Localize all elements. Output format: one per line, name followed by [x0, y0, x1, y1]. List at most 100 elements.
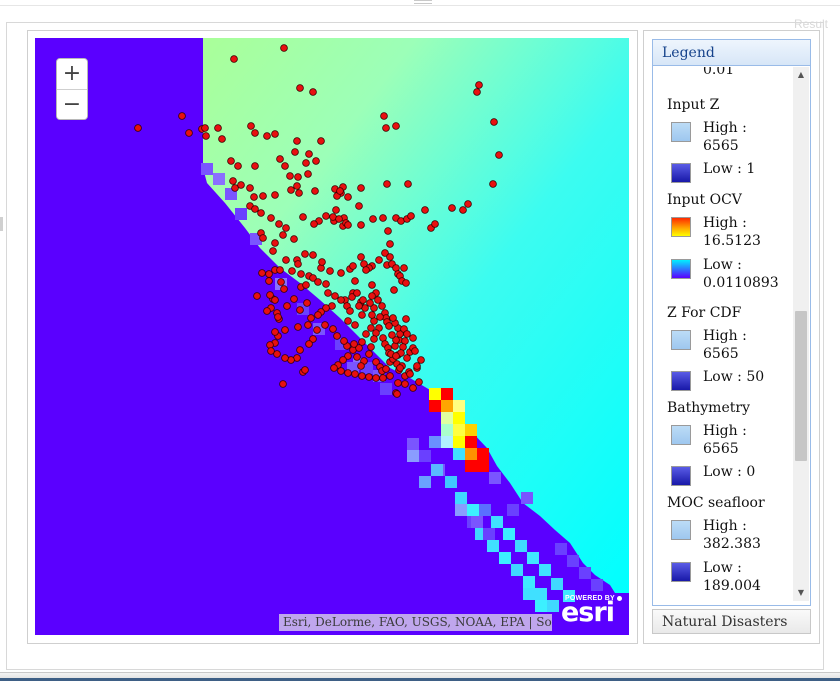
- observation-point[interactable]: [326, 267, 334, 275]
- observation-point[interactable]: [378, 302, 386, 310]
- map-view[interactable]: [35, 38, 629, 635]
- observation-point[interactable]: [390, 286, 398, 294]
- observation-point[interactable]: [302, 281, 310, 289]
- observation-point[interactable]: [305, 150, 313, 158]
- observation-point[interactable]: [294, 260, 302, 268]
- observation-point[interactable]: [475, 81, 483, 89]
- observation-point[interactable]: [227, 157, 235, 165]
- observation-point[interactable]: [253, 292, 261, 300]
- observation-point[interactable]: [314, 278, 322, 286]
- observation-point[interactable]: [389, 314, 397, 322]
- observation-point[interactable]: [178, 112, 186, 120]
- observation-point[interactable]: [336, 187, 344, 195]
- observation-point[interactable]: [283, 302, 291, 310]
- legend-title[interactable]: Legend: [653, 40, 810, 66]
- observation-point[interactable]: [350, 340, 358, 348]
- observation-point[interactable]: [293, 137, 301, 145]
- observation-point[interactable]: [230, 55, 238, 63]
- observation-point[interactable]: [290, 235, 298, 243]
- map-attribution[interactable]: Esri, DeLorme, FAO, USGS, NOAA, EPA | So…: [279, 614, 552, 631]
- observation-point[interactable]: [353, 289, 361, 297]
- observation-point[interactable]: [294, 323, 302, 331]
- observation-point[interactable]: [259, 234, 267, 242]
- observation-point[interactable]: [344, 221, 352, 229]
- observation-point[interactable]: [394, 379, 402, 387]
- observation-point[interactable]: [134, 124, 142, 132]
- observation-point[interactable]: [351, 370, 359, 378]
- esri-logo[interactable]: POWERED BY esri: [561, 593, 623, 629]
- observation-point[interactable]: [359, 296, 367, 304]
- observation-point[interactable]: [267, 347, 275, 355]
- observation-point[interactable]: [388, 331, 396, 339]
- observation-point[interactable]: [314, 311, 322, 319]
- observation-point[interactable]: [271, 191, 279, 199]
- observation-point[interactable]: [317, 137, 325, 145]
- observation-point[interactable]: [406, 370, 414, 378]
- observation-point[interactable]: [329, 325, 337, 333]
- observation-point[interactable]: [277, 278, 285, 286]
- observation-point[interactable]: [386, 253, 394, 261]
- splitter-grip-icon[interactable]: [0, 217, 3, 231]
- observation-point[interactable]: [282, 224, 290, 232]
- observation-point[interactable]: [402, 279, 410, 287]
- observation-point[interactable]: [384, 227, 392, 235]
- observation-point[interactable]: [250, 193, 258, 201]
- observation-point[interactable]: [337, 367, 345, 375]
- observation-point[interactable]: [247, 122, 255, 130]
- observation-point[interactable]: [344, 369, 352, 377]
- observation-point[interactable]: [357, 362, 365, 370]
- observation-point[interactable]: [309, 251, 317, 259]
- observation-point[interactable]: [409, 384, 417, 392]
- observation-point[interactable]: [305, 340, 313, 348]
- observation-point[interactable]: [357, 221, 365, 229]
- scrollbar-thumb[interactable]: [795, 311, 807, 461]
- observation-point[interactable]: [265, 270, 273, 278]
- observation-point[interactable]: [357, 184, 365, 192]
- observation-point[interactable]: [294, 173, 302, 181]
- observation-point[interactable]: [251, 205, 259, 213]
- observation-point[interactable]: [365, 373, 373, 381]
- observation-point[interactable]: [251, 162, 259, 170]
- observation-point[interactable]: [276, 155, 284, 163]
- observation-point[interactable]: [421, 206, 429, 214]
- observation-point[interactable]: [402, 315, 410, 323]
- observation-point[interactable]: [401, 380, 409, 388]
- observation-point[interactable]: [337, 296, 345, 304]
- observation-point[interactable]: [276, 266, 284, 274]
- scroll-down-icon[interactable]: ▼: [793, 585, 809, 601]
- observation-point[interactable]: [332, 206, 340, 214]
- observation-point[interactable]: [393, 390, 401, 398]
- observation-point[interactable]: [344, 193, 352, 201]
- observation-point[interactable]: [413, 362, 421, 370]
- observation-point[interactable]: [417, 356, 425, 364]
- observation-point[interactable]: [385, 322, 393, 330]
- observation-point[interactable]: [280, 285, 288, 293]
- observation-point[interactable]: [351, 277, 359, 285]
- observation-point[interactable]: [379, 374, 387, 382]
- observation-point[interactable]: [362, 266, 370, 274]
- observation-point[interactable]: [459, 206, 467, 214]
- observation-point[interactable]: [322, 280, 330, 288]
- observation-point[interactable]: [473, 88, 481, 96]
- legend-scroll-area[interactable]: 0.01 Input Z High :6565 Low : 1 Input OC…: [655, 67, 792, 601]
- observation-point[interactable]: [279, 231, 287, 239]
- observation-point[interactable]: [355, 302, 363, 310]
- observation-point[interactable]: [333, 332, 341, 340]
- observation-point[interactable]: [293, 182, 301, 190]
- observation-point[interactable]: [358, 372, 366, 380]
- observation-point[interactable]: [271, 296, 279, 304]
- observation-point[interactable]: [269, 247, 277, 255]
- observation-point[interactable]: [296, 346, 304, 354]
- observation-point[interactable]: [318, 258, 326, 266]
- observation-point[interactable]: [351, 321, 359, 329]
- observation-point[interactable]: [218, 135, 226, 143]
- observation-point[interactable]: [321, 321, 329, 329]
- observation-point[interactable]: [229, 177, 237, 185]
- observation-point[interactable]: [301, 250, 309, 258]
- observation-point[interactable]: [246, 184, 254, 192]
- observation-point[interactable]: [257, 209, 265, 217]
- observation-point[interactable]: [367, 324, 375, 332]
- observation-point[interactable]: [353, 353, 361, 361]
- observation-point[interactable]: [464, 200, 472, 208]
- zoom-out-button[interactable]: −: [57, 89, 87, 119]
